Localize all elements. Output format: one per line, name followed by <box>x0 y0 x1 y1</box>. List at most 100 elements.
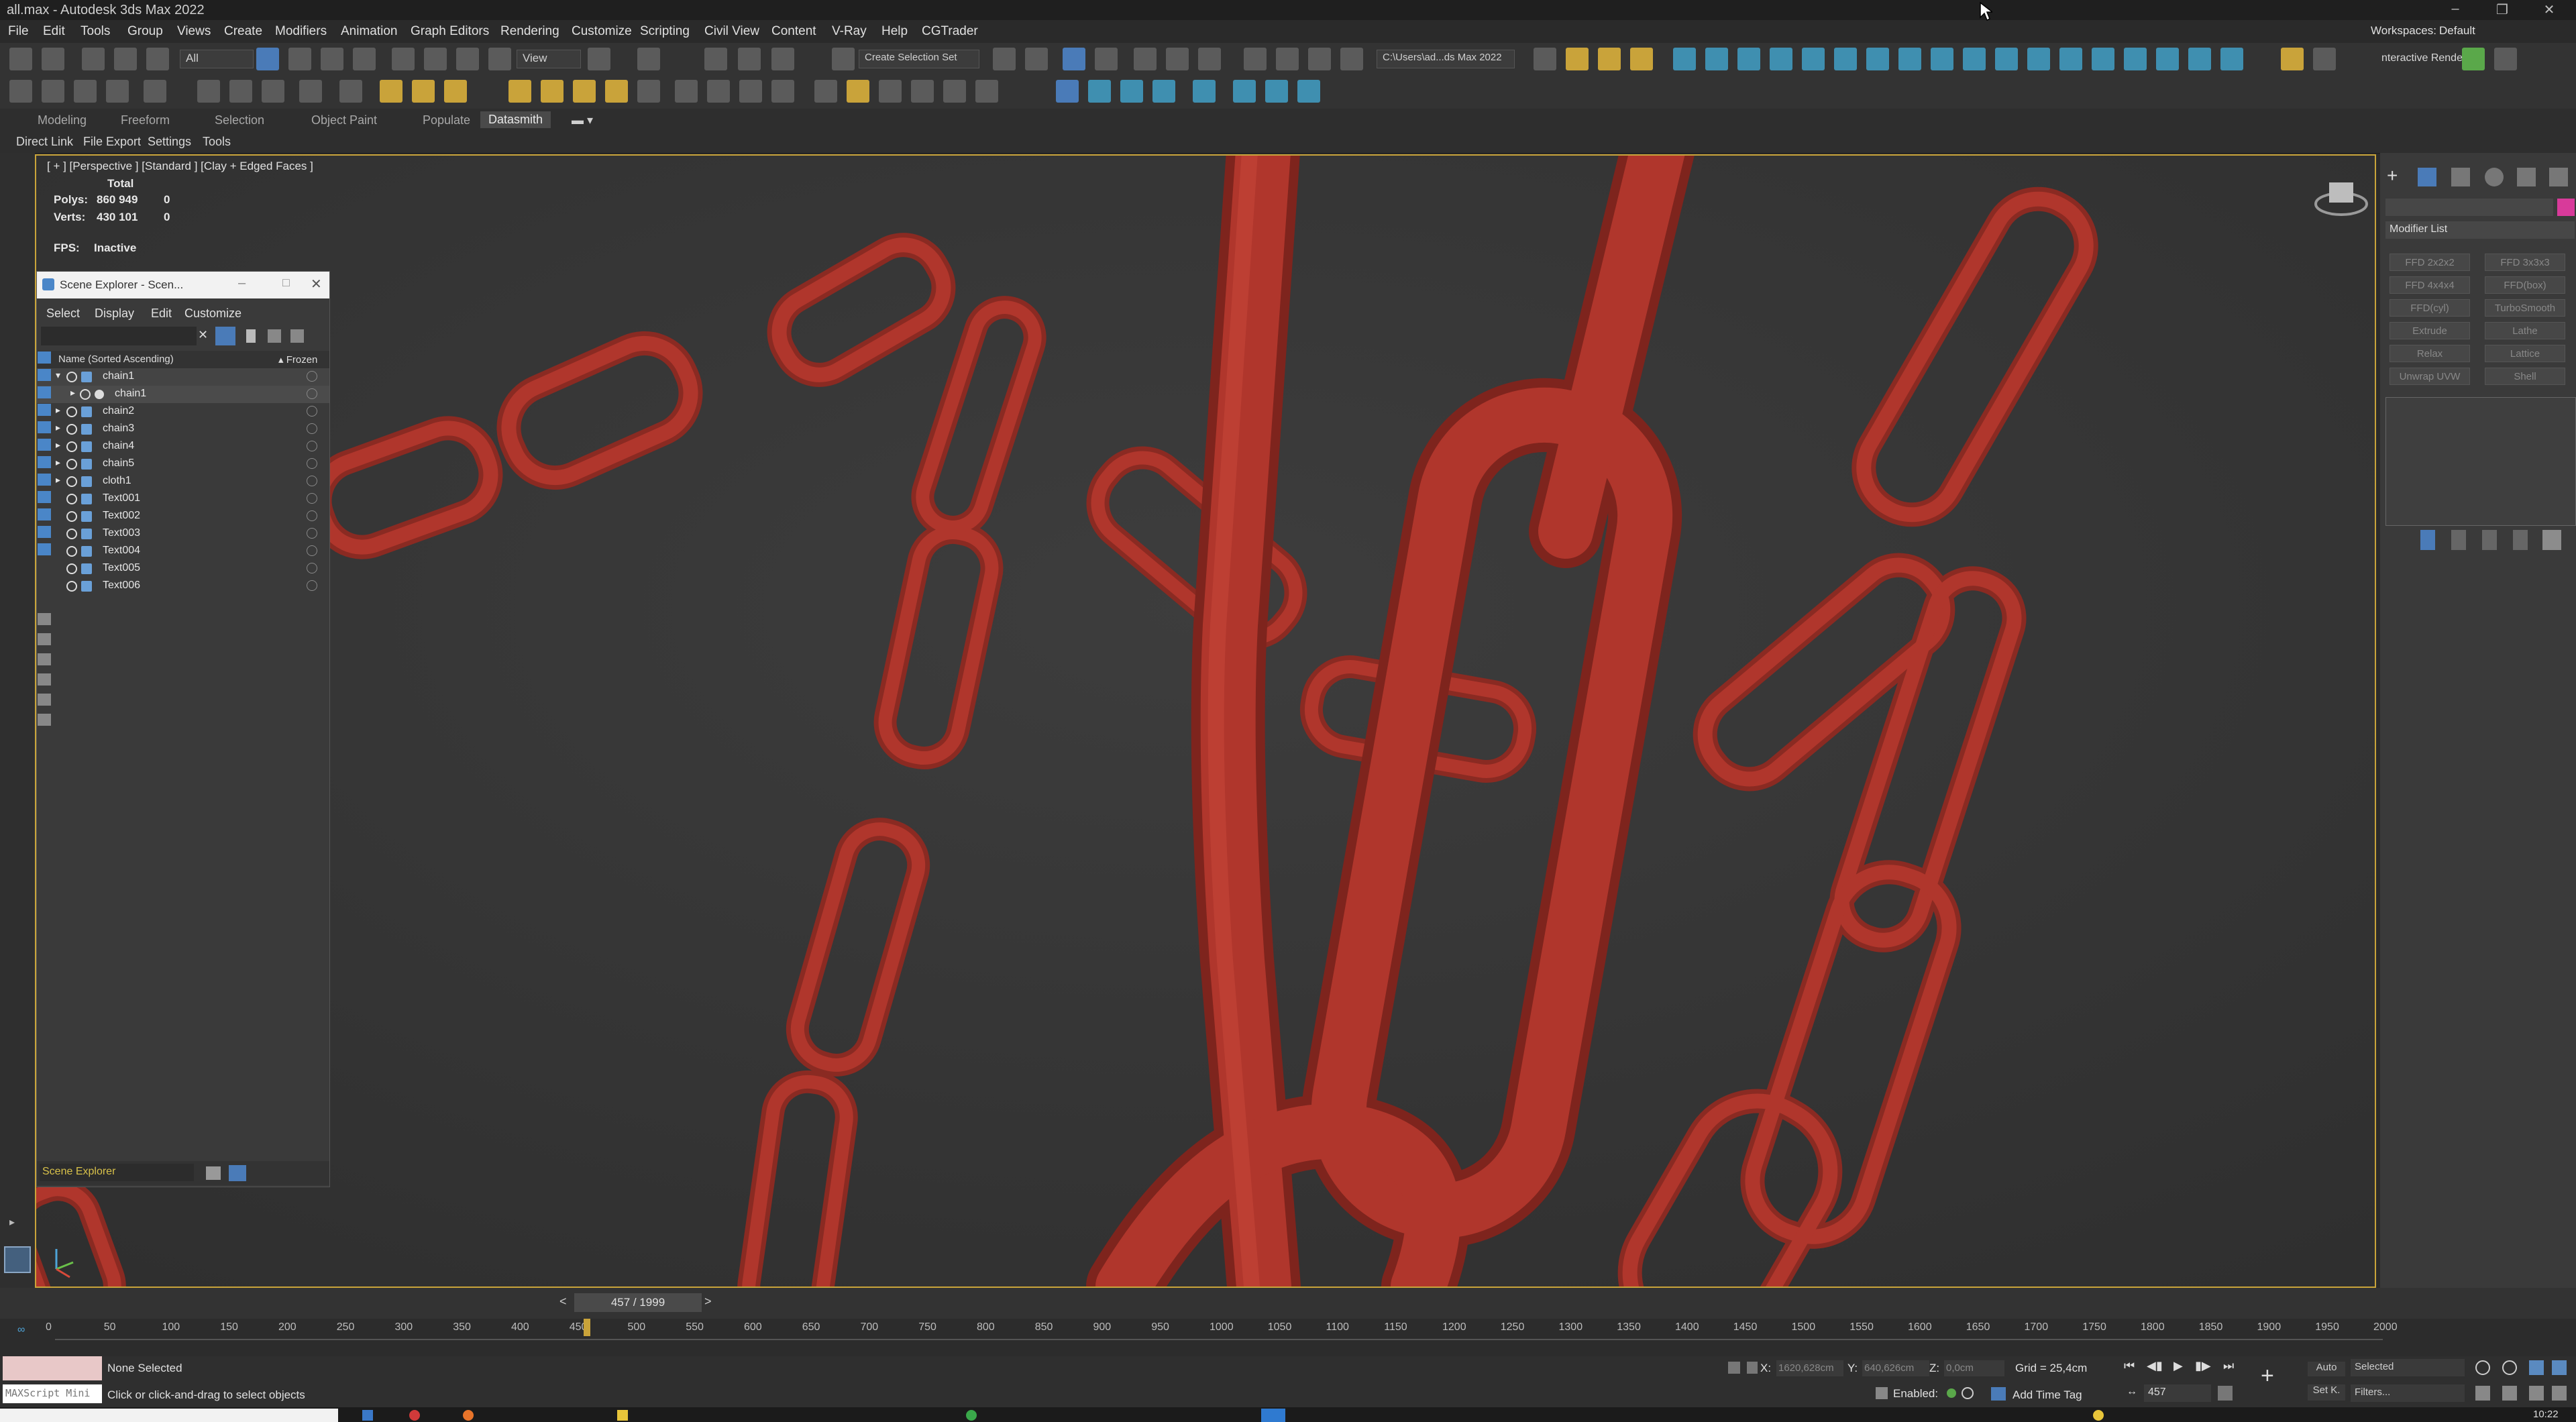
sphere-icon[interactable] <box>444 80 467 103</box>
goto-end-icon[interactable]: ⏭ <box>2223 1359 2234 1373</box>
object-color-swatch[interactable] <box>2557 199 2575 216</box>
list-item[interactable]: ▸ cloth1 <box>37 473 329 490</box>
se-search-input[interactable] <box>41 327 197 345</box>
taskbar-app-icon[interactable] <box>617 1410 628 1421</box>
umbrella-icon[interactable] <box>508 80 531 103</box>
bind-spacewarp-icon[interactable] <box>146 48 169 70</box>
se-menu-display[interactable]: Display <box>95 307 134 321</box>
menu-modifiers[interactable]: Modifiers <box>275 24 327 39</box>
list-item[interactable]: ▸ chain5 <box>37 455 329 473</box>
se-menu-select[interactable]: Select <box>46 307 80 321</box>
lamp-2-icon[interactable] <box>637 80 660 103</box>
vray-dome-icon[interactable] <box>1770 48 1792 70</box>
object-name-field[interactable] <box>2385 199 2553 216</box>
folder-icon[interactable] <box>1566 48 1589 70</box>
material-ball-2-icon[interactable] <box>771 80 794 103</box>
ffd-4x4x4-button[interactable]: FFD 4x4x4 <box>2390 276 2470 294</box>
maximize-viewport-icon[interactable] <box>2552 1386 2567 1401</box>
display-shapes-icon[interactable] <box>38 386 51 398</box>
vray-proxy-icon[interactable] <box>1834 48 1857 70</box>
zoom-all-icon[interactable] <box>2502 1360 2517 1375</box>
scatter-icon[interactable] <box>339 80 362 103</box>
y-coordinate-field[interactable]: 640,626cm <box>1862 1360 1929 1376</box>
time-config-icon[interactable] <box>2218 1386 2233 1401</box>
time-tag-icon[interactable] <box>1962 1387 1974 1399</box>
visibility-icon[interactable] <box>66 546 77 557</box>
restore-icon[interactable]: ❐ <box>2489 1 2516 19</box>
menu-civil-view[interactable]: Civil View <box>704 24 759 39</box>
isolate-icon[interactable] <box>1728 1362 1740 1374</box>
array-tool-icon[interactable] <box>299 80 322 103</box>
list-item[interactable]: ▸ chain3 <box>37 421 329 438</box>
filter-icon[interactable] <box>215 327 235 345</box>
taskbar-app-icon[interactable] <box>409 1410 420 1421</box>
enabled-indicator[interactable] <box>1947 1388 1956 1398</box>
cloner-icon[interactable] <box>144 80 166 103</box>
help-icon[interactable] <box>2313 48 2336 70</box>
clear-search-icon[interactable]: ✕ <box>198 328 208 342</box>
next-frame-icon[interactable]: > <box>704 1295 712 1309</box>
menu-create[interactable]: Create <box>224 24 262 39</box>
minimize-icon[interactable]: – <box>2442 1 2469 19</box>
modifier-stack[interactable] <box>2385 397 2576 526</box>
lattice-button[interactable]: Lattice <box>2485 345 2565 362</box>
material-6-icon[interactable] <box>975 80 998 103</box>
vray-fur-icon[interactable] <box>1866 48 1889 70</box>
tool-e-icon[interactable] <box>1233 80 1256 103</box>
teapot-icon[interactable] <box>197 80 220 103</box>
freeze-toggle[interactable] <box>307 406 317 417</box>
modifier-list-dropdown[interactable]: Modifier List <box>2385 221 2575 239</box>
select-object-icon[interactable] <box>256 48 279 70</box>
adaptive-degradation-icon[interactable] <box>1876 1387 1888 1399</box>
menu-vray[interactable]: V-Ray <box>832 24 867 39</box>
tools-button[interactable]: Tools <box>203 135 231 149</box>
display-containers-icon[interactable] <box>38 526 51 538</box>
tool-c-icon[interactable] <box>1152 80 1175 103</box>
display-all-icon[interactable] <box>38 613 51 625</box>
taskbar-3dsmax-icon[interactable] <box>1261 1409 1285 1422</box>
selection-lock-icon[interactable] <box>1747 1362 1758 1374</box>
hierarchy-icon[interactable] <box>268 329 281 343</box>
list-item[interactable]: ▾ chain1 <box>37 368 329 386</box>
close-icon[interactable]: ✕ <box>2536 1 2563 19</box>
render-setup-icon[interactable] <box>1276 48 1299 70</box>
z-coordinate-field[interactable]: 0,0cm <box>1944 1360 2004 1376</box>
tool-a-icon[interactable] <box>1088 80 1111 103</box>
display-helpers-icon[interactable] <box>38 439 51 451</box>
visibility-icon[interactable] <box>66 459 77 470</box>
list-item[interactable]: Text004 <box>37 543 329 560</box>
taskbar-app-icon[interactable] <box>362 1410 373 1421</box>
workspaces-dropdown[interactable]: Default <box>2439 24 2475 38</box>
project-folder-icon[interactable] <box>1534 48 1556 70</box>
freeze-toggle[interactable] <box>307 458 317 469</box>
menu-cgtrader[interactable]: CGTrader <box>922 24 978 39</box>
vray-lister-icon[interactable] <box>2124 48 2147 70</box>
visibility-icon[interactable] <box>66 529 77 539</box>
tree-icon[interactable] <box>380 80 402 103</box>
cgtrader-icon[interactable] <box>2281 48 2304 70</box>
visibility-icon[interactable] <box>80 389 91 400</box>
file-export-button[interactable]: File Export <box>83 135 141 149</box>
taskbar-search[interactable] <box>0 1409 338 1422</box>
vray-help-icon[interactable] <box>2220 48 2243 70</box>
list-item[interactable]: ▸ chain2 <box>37 403 329 421</box>
sun-icon[interactable] <box>573 80 596 103</box>
list-item[interactable]: ▸ chain1 <box>37 386 329 403</box>
edit-named-sets-icon[interactable] <box>832 48 855 70</box>
display-xrefs-icon[interactable] <box>38 491 51 503</box>
freeze-toggle[interactable] <box>307 510 317 521</box>
lathe-button[interactable]: Lathe <box>2485 322 2565 339</box>
hierarchy-tab-icon[interactable] <box>2451 168 2470 186</box>
relax-button[interactable]: Relax <box>2390 345 2470 362</box>
visibility-icon[interactable] <box>66 424 77 435</box>
utilities-tab-icon[interactable] <box>2549 168 2568 186</box>
pivot-icon[interactable] <box>588 48 610 70</box>
refresh-icon[interactable] <box>2494 48 2517 70</box>
link-icon[interactable] <box>82 48 105 70</box>
rect-selection-icon[interactable] <box>321 48 343 70</box>
material-editor-icon[interactable] <box>1244 48 1267 70</box>
perspective-viewport[interactable] <box>35 154 2376 1288</box>
expand-icon[interactable]: ▸ <box>9 1215 23 1229</box>
list-item[interactable]: Text001 <box>37 490 329 508</box>
vray-sun-icon[interactable] <box>1737 48 1760 70</box>
